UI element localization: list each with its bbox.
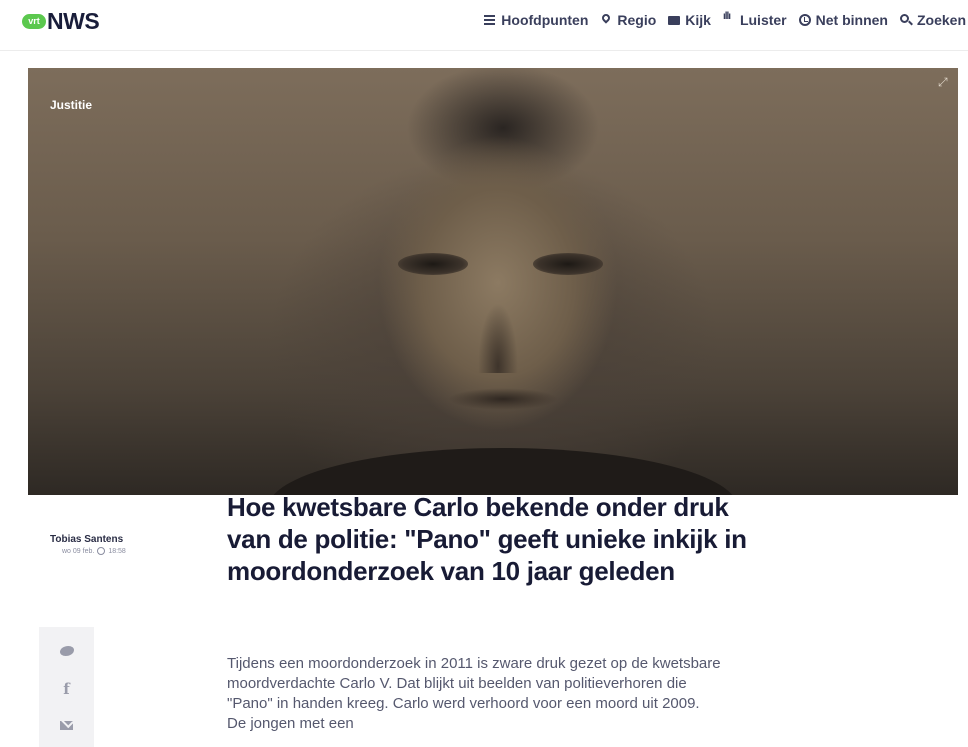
share-mail-button[interactable] [39,707,94,743]
hero-shading [533,253,603,275]
logo-text: NWS [47,8,100,34]
nav-label: Kijk [685,12,711,28]
audio-wave-icon [723,11,735,26]
author-name[interactable]: Tobias Santens [50,534,123,545]
nav-label: Regio [617,12,657,28]
nav-label: Zoeken [916,12,966,28]
nav-label: Luister [739,12,787,28]
article-headline: Hoe kwetsbare Carlo bekende onder druk v… [227,492,747,586]
hero-shading [478,303,518,373]
nav-kijk[interactable]: Kijk [668,12,711,28]
hero-shading [268,448,738,495]
share-bar: f [39,627,94,747]
publish-meta: wo 09 feb. 18:58 [62,547,126,555]
logo-badge: vrt [22,14,46,29]
nav-hoofdpunten[interactable]: Hoofdpunten [484,12,588,28]
map-pin-icon [600,14,612,26]
article-lead: Tijdens een moordonderzoek in 2011 is zw… [227,655,721,732]
share-twitter-button[interactable] [39,633,94,669]
search-icon [899,14,912,26]
facebook-icon: f [63,680,70,698]
nav-label: Net binnen [815,12,888,28]
category-label[interactable]: Justitie [50,98,92,112]
twitter-icon [59,646,74,656]
main-nav: Hoofdpunten Regio Kijk Luister Net binne… [484,11,966,28]
publish-date: wo 09 feb. [62,547,95,555]
site-header: vrt NWS Hoofdpunten Regio Kijk Luister N… [0,0,968,51]
mail-icon [60,720,73,730]
clock-icon [798,14,811,26]
share-facebook-button[interactable]: f [39,671,94,707]
list-icon [484,14,496,26]
hero-shading [398,253,468,275]
hero-shading [448,388,558,410]
nav-zoeken[interactable]: Zoeken [899,12,966,28]
publish-time: 18:58 [108,547,126,555]
tv-icon [668,14,681,26]
nav-label: Hoofdpunten [501,12,589,28]
nav-luister[interactable]: Luister [723,11,787,28]
hero-image: Justitie ⤢ [28,68,958,495]
clock-icon [97,547,106,555]
vrt-nws-logo[interactable]: vrt NWS [22,8,100,35]
expand-icon[interactable]: ⤢ [938,76,950,88]
nav-net-binnen[interactable]: Net binnen [798,12,888,28]
nav-regio[interactable]: Regio [600,12,656,28]
